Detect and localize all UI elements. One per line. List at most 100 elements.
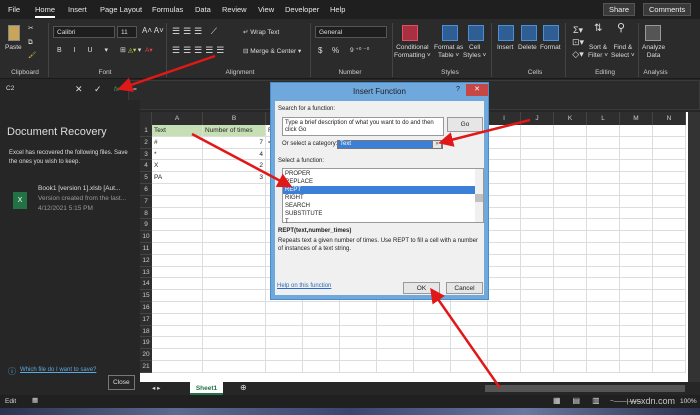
cell-M17[interactable] (620, 313, 653, 326)
tab-developer[interactable]: Developer (285, 5, 319, 14)
cell-M5[interactable] (620, 172, 653, 184)
cell-J16[interactable] (521, 302, 554, 314)
cell-I12[interactable] (488, 254, 521, 267)
cell-J19[interactable] (521, 337, 554, 350)
cell-J21[interactable] (521, 361, 554, 373)
cell-B10[interactable] (203, 231, 266, 243)
column-header-B[interactable]: B (203, 112, 266, 125)
cell-A14[interactable] (152, 278, 203, 291)
cell-K19[interactable] (554, 337, 587, 350)
tab-home[interactable]: Home (35, 5, 56, 18)
cell-K15[interactable] (554, 290, 587, 302)
merge-center-button[interactable]: ⊟ Merge & Center ▾ (243, 48, 301, 56)
cell-I2[interactable] (488, 136, 521, 149)
cell-L1[interactable] (587, 125, 620, 137)
cell-K10[interactable] (554, 231, 587, 243)
cell-N5[interactable] (653, 172, 686, 184)
cell-E17[interactable] (340, 313, 377, 326)
cell-B16[interactable] (203, 302, 266, 314)
dialog-close-button[interactable]: ✕ (466, 84, 488, 96)
cell-L21[interactable] (587, 361, 620, 373)
cell-L3[interactable] (587, 148, 620, 161)
cell-M2[interactable] (620, 136, 653, 149)
cell-M7[interactable] (620, 195, 653, 208)
cell-K1[interactable] (554, 125, 587, 137)
cell-K7[interactable] (554, 195, 587, 208)
function-list[interactable]: PROPER REPLACE REPT RIGHT SEARCH SUBSTITUTE T (282, 168, 484, 226)
ok-button[interactable]: OK (403, 282, 440, 294)
cell-N17[interactable] (653, 313, 686, 326)
cell-K18[interactable] (554, 325, 587, 338)
cell-L12[interactable] (587, 254, 620, 267)
cell-J15[interactable] (521, 290, 554, 302)
cell-styles-button[interactable]: Cell Styles ˅ (463, 44, 486, 60)
cell-G16[interactable] (414, 302, 451, 314)
cell-A3[interactable]: * (152, 148, 203, 161)
format-cells-button[interactable]: Format (540, 44, 561, 52)
cell-L17[interactable] (587, 313, 620, 326)
cell-L7[interactable] (587, 195, 620, 208)
cell-M21[interactable] (620, 361, 653, 373)
analyze-data-button[interactable]: Analyze Data (642, 44, 665, 60)
cell-I1[interactable] (488, 125, 521, 137)
cell-I20[interactable] (488, 349, 521, 361)
cell-A17[interactable] (152, 313, 203, 326)
cell-N10[interactable] (653, 231, 686, 243)
cell-G17[interactable] (414, 313, 451, 326)
delete-cells-button[interactable]: Delete (518, 44, 537, 52)
row-header-6[interactable]: 6 (140, 184, 152, 196)
cell-A2[interactable]: # (152, 136, 203, 149)
format-painter-icon[interactable]: 🖌 (28, 52, 36, 60)
cell-B15[interactable] (203, 290, 266, 302)
cell-B14[interactable] (203, 278, 266, 291)
cell-A9[interactable] (152, 219, 203, 232)
cell-M1[interactable] (620, 125, 653, 137)
cell-A11[interactable] (152, 243, 203, 255)
cell-K9[interactable] (554, 219, 587, 232)
cell-M19[interactable] (620, 337, 653, 350)
row-header-7[interactable]: 7 (140, 195, 152, 208)
cell-D18[interactable] (303, 325, 340, 338)
cell-L9[interactable] (587, 219, 620, 232)
cell-M11[interactable] (620, 243, 653, 255)
cell-M16[interactable] (620, 302, 653, 314)
cell-J3[interactable] (521, 148, 554, 161)
cell-J6[interactable] (521, 184, 554, 196)
cell-B1[interactable]: Number of times (203, 125, 266, 137)
number-format-select[interactable]: General (315, 26, 387, 38)
cell-D17[interactable] (303, 313, 340, 326)
cell-F16[interactable] (377, 302, 414, 314)
cell-B6[interactable] (203, 184, 266, 196)
name-box[interactable]: C2 (3, 83, 53, 97)
row-header-16[interactable]: 16 (140, 302, 152, 314)
function-item[interactable]: T (283, 218, 483, 226)
cell-N14[interactable] (653, 278, 686, 291)
cell-A1[interactable]: Text (152, 125, 203, 137)
cell-K17[interactable] (554, 313, 587, 326)
cell-I6[interactable] (488, 184, 521, 196)
cell-N4[interactable] (653, 160, 686, 173)
cell-N12[interactable] (653, 254, 686, 267)
category-dropdown-chevron-icon[interactable]: ˅ (432, 140, 442, 149)
cell-L18[interactable] (587, 325, 620, 338)
cell-K21[interactable] (554, 361, 587, 373)
cell-C20[interactable] (266, 349, 303, 361)
cell-J9[interactable] (521, 219, 554, 232)
row-header-4[interactable]: 4 (140, 160, 152, 173)
cell-N18[interactable] (653, 325, 686, 338)
copy-icon[interactable]: ⧉ (28, 39, 33, 47)
cell-M10[interactable] (620, 231, 653, 243)
function-item[interactable]: REPT (283, 186, 483, 194)
cell-J5[interactable] (521, 172, 554, 184)
cell-A19[interactable] (152, 337, 203, 350)
font-color-icon[interactable]: A▾ (145, 47, 153, 55)
cell-M4[interactable] (620, 160, 653, 173)
cell-K8[interactable] (554, 207, 587, 220)
zoom-level[interactable]: 100% (680, 398, 697, 406)
font-size-select[interactable]: 11 (117, 26, 137, 38)
cell-B20[interactable] (203, 349, 266, 361)
cell-A8[interactable] (152, 207, 203, 220)
cell-H21[interactable] (451, 361, 488, 373)
column-header-M[interactable]: M (620, 112, 653, 125)
cell-C17[interactable] (266, 313, 303, 326)
